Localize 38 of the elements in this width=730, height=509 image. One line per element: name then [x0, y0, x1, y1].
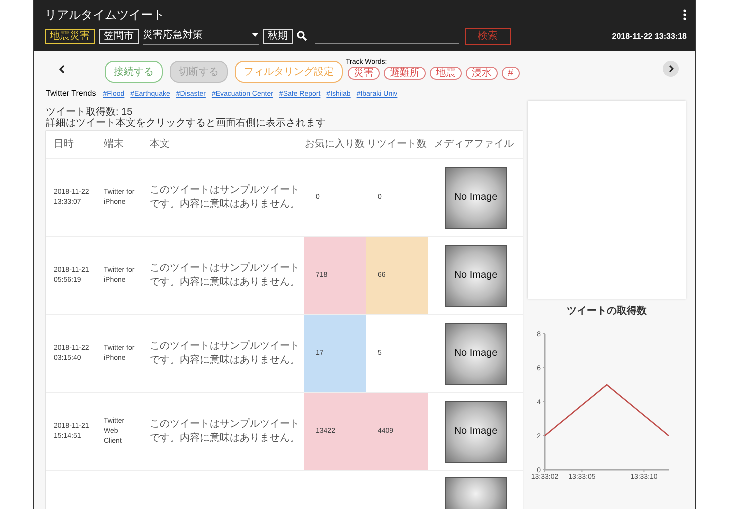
column-header: 端末 [103, 138, 125, 152]
table-cell-text: このツイートはサンプルツイートです。内容に意味はありません。 [149, 340, 301, 368]
track-word-chip[interactable]: 地震 [430, 66, 462, 80]
tweet-count: ツイート取得数: 15 [46, 107, 133, 118]
track-word-chip[interactable]: # [502, 66, 520, 80]
no-image-label: No Image [454, 348, 498, 358]
next-button[interactable] [663, 61, 679, 77]
column-header: お気に入り数 [304, 138, 366, 152]
column-header: 日時 [53, 138, 75, 152]
city-button[interactable]: 笠間市 [99, 28, 139, 44]
next-icon [668, 65, 674, 73]
column-header: リツイート数 [366, 138, 428, 152]
hint-text: 詳細はツイート本文をクリックすると画面右側に表示されます [46, 118, 327, 129]
no-image-label: No Image [454, 426, 498, 436]
trends-label: Twitter Trends [46, 89, 96, 98]
back-icon[interactable] [59, 64, 65, 74]
track-word-chip[interactable]: 浸水 [466, 66, 498, 80]
period-button[interactable]: 秋期 [263, 28, 293, 44]
table-cell-text: このツイートはサンプルツイートです。内容に意味はありません。 [149, 262, 301, 290]
current-datetime: 2018-11-22 13:33:18 [612, 32, 687, 40]
no-image-label: No Image [454, 270, 498, 280]
search-button[interactable]: 検索 [465, 28, 511, 44]
chart-title: ツイートの取得数 [567, 304, 647, 318]
track-word-chip[interactable]: 避難所 [384, 66, 426, 80]
column-header: メディアファイル [433, 138, 515, 152]
app-title: リアルタイムツイート [45, 6, 165, 24]
search-icon[interactable] [297, 31, 307, 41]
column-header: 本文 [149, 138, 171, 152]
connect-button[interactable]: 接続する [105, 61, 163, 83]
caret-icon [252, 32, 259, 36]
track-word-chip[interactable]: 災害 [348, 66, 380, 80]
menu-icon[interactable] [683, 9, 687, 21]
table-cell-text: このツイートはサンプルツイートです。内容に意味はありません。 [149, 418, 301, 446]
table-cell-text: このツイートはサンプルツイートです。内容に意味はありません。 [149, 184, 301, 212]
image-placeholder [445, 477, 507, 509]
disaster-button[interactable]: 地震災害 [45, 28, 95, 44]
category-select[interactable]: 災害応急対策 [143, 28, 259, 44]
no-image-label: No Image [454, 192, 498, 202]
